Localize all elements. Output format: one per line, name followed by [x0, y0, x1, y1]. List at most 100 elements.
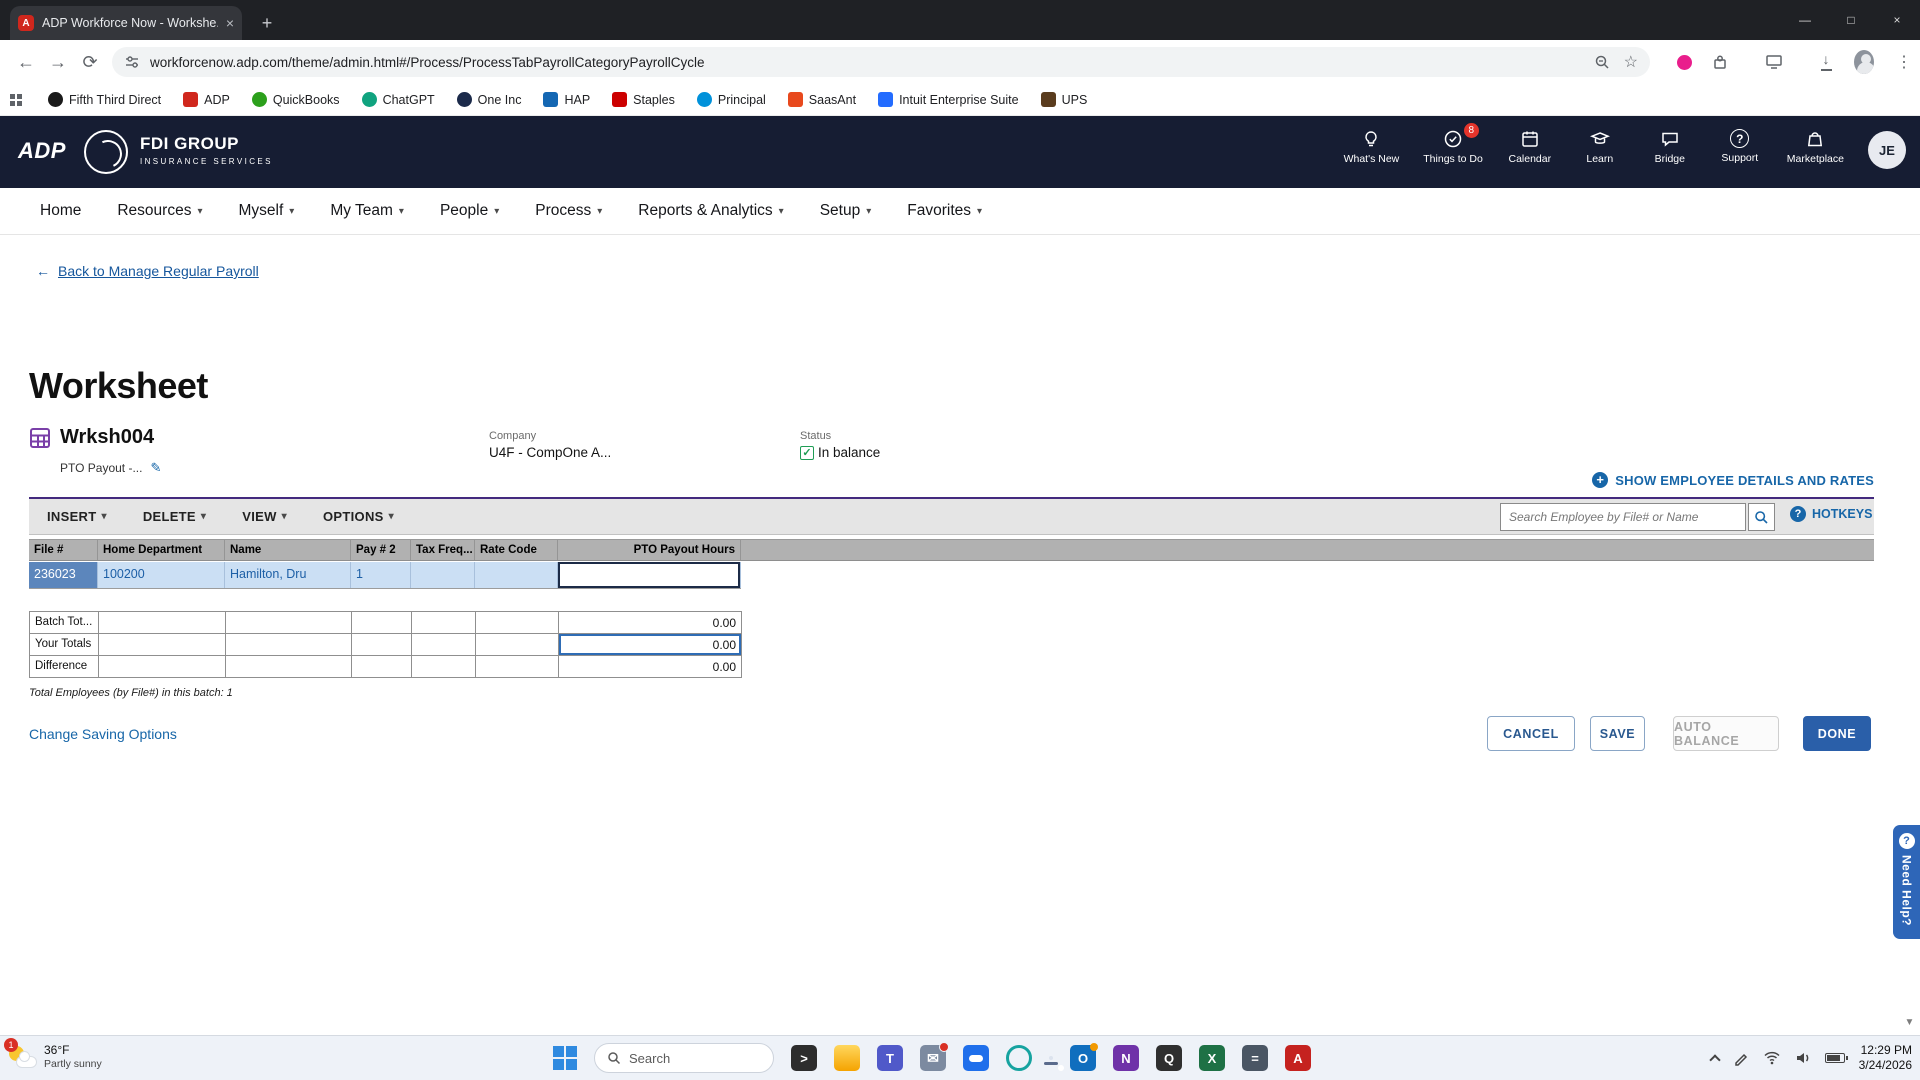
cell-rate-code[interactable] — [475, 562, 558, 588]
active-app-indicator — [1044, 1062, 1058, 1065]
adp-logo[interactable]: ADP — [18, 138, 66, 164]
onenote-icon[interactable] — [1113, 1045, 1139, 1071]
maximize-button[interactable]: □ — [1828, 0, 1874, 40]
nav-setup[interactable]: Setup▾ — [820, 202, 872, 220]
volume-icon[interactable] — [1795, 1051, 1811, 1065]
calculator-icon[interactable] — [1242, 1045, 1268, 1071]
bookmark-quickbooks[interactable]: QuickBooks — [252, 92, 340, 107]
onedrive-icon[interactable] — [963, 1045, 989, 1071]
graduation-cap-icon — [1590, 129, 1610, 149]
weather-widget[interactable]: 1 36°F Partly sunny — [8, 1042, 102, 1070]
minimize-button[interactable]: — — [1782, 0, 1828, 40]
back-to-payroll-link[interactable]: ← Back to Manage Regular Payroll — [36, 263, 259, 279]
options-menu-button[interactable]: OPTIONS▾ — [323, 509, 394, 524]
sync-app-icon[interactable] — [1006, 1045, 1032, 1071]
nav-my-team[interactable]: My Team▾ — [330, 202, 404, 220]
file-explorer-icon[interactable] — [834, 1045, 860, 1071]
outlook-icon[interactable] — [1070, 1045, 1096, 1071]
cell-file-number[interactable]: 236023 — [29, 562, 98, 588]
bookmark-ups[interactable]: UPS — [1041, 92, 1088, 107]
nav-reports-analytics[interactable]: Reports & Analytics▾ — [638, 202, 783, 220]
profile-avatar[interactable] — [1854, 52, 1874, 72]
cell-home-department[interactable]: 100200 — [98, 562, 225, 588]
taskbar-clock[interactable]: 12:29 PM 3/24/2026 — [1859, 1043, 1912, 1073]
marketplace-button[interactable]: Marketplace — [1787, 129, 1844, 165]
user-avatar[interactable]: JE — [1868, 131, 1906, 169]
show-employee-details-link[interactable]: + SHOW EMPLOYEE DETAILS AND RATES — [1592, 472, 1874, 488]
support-button[interactable]: ? Support — [1717, 129, 1763, 164]
save-button[interactable]: SAVE — [1590, 716, 1645, 751]
browser-tab[interactable]: ADP Workforce Now - Workshe... × — [10, 6, 242, 40]
need-help-tab[interactable]: ? Need Help? — [1893, 825, 1920, 939]
forward-icon[interactable]: → — [46, 50, 70, 74]
scrollbar-down-arrow[interactable]: ▼ — [1901, 1012, 1918, 1032]
bookmark-one-inc[interactable]: One Inc — [457, 92, 522, 107]
change-saving-options-link[interactable]: Change Saving Options — [29, 726, 177, 742]
nav-home[interactable]: Home — [40, 202, 81, 220]
hotkeys-button[interactable]: ? HOTKEYS — [1790, 506, 1872, 522]
calendar-button[interactable]: Calendar — [1507, 129, 1553, 165]
tray-expand-icon[interactable] — [1709, 1054, 1720, 1065]
employee-search-button[interactable] — [1748, 503, 1775, 531]
nav-process[interactable]: Process▾ — [535, 202, 602, 220]
new-tab-button[interactable]: + — [254, 10, 280, 36]
close-window-button[interactable]: × — [1874, 0, 1920, 40]
teams-icon[interactable] — [877, 1045, 903, 1071]
open-in-app-icon[interactable] — [1764, 52, 1784, 72]
edit-pencil-icon[interactable]: ✎ — [150, 460, 161, 476]
whats-new-button[interactable]: What's New — [1344, 129, 1400, 165]
cancel-button[interactable]: CANCEL — [1487, 716, 1575, 751]
pen-icon[interactable] — [1733, 1050, 1749, 1066]
bookmark-principal[interactable]: Principal — [697, 92, 766, 107]
cell-pto-payout-hours-focused[interactable] — [558, 562, 741, 588]
tab-close-icon[interactable]: × — [226, 15, 234, 31]
bookmark-saasant[interactable]: SaasAnt — [788, 92, 856, 107]
bookmark-staples[interactable]: Staples — [612, 92, 675, 107]
things-to-do-badge: 8 — [1464, 123, 1479, 138]
refresh-icon[interactable]: ⟳ — [78, 50, 102, 74]
browser-menu-icon[interactable]: ⋮ — [1894, 52, 1914, 72]
extension-pink-icon[interactable] — [1674, 52, 1694, 72]
apps-grid-icon[interactable] — [10, 94, 22, 106]
acrobat-icon[interactable] — [1285, 1045, 1311, 1071]
url-text[interactable]: workforcenow.adp.com/theme/admin.html#/P… — [150, 55, 1584, 70]
auto-balance-button[interactable]: AUTO BALANCE — [1673, 716, 1779, 751]
learn-button[interactable]: Learn — [1577, 129, 1623, 165]
wifi-icon[interactable] — [1763, 1051, 1781, 1065]
nav-resources[interactable]: Resources▾ — [117, 202, 202, 220]
cell-tax-frequency[interactable] — [411, 562, 475, 588]
bookmark-star-icon[interactable]: ☆ — [1624, 52, 1638, 72]
zoom-icon[interactable] — [1594, 54, 1610, 70]
bookmark-fifth-third[interactable]: Fifth Third Direct — [48, 92, 161, 107]
cell-employee-name[interactable]: Hamilton, Dru — [225, 562, 351, 588]
bookmark-chatgpt[interactable]: ChatGPT — [362, 92, 435, 107]
nav-people[interactable]: People▾ — [440, 202, 499, 220]
bridge-button[interactable]: Bridge — [1647, 129, 1693, 165]
start-button[interactable] — [553, 1046, 577, 1070]
nav-favorites[interactable]: Favorites▾ — [907, 202, 982, 220]
quickbooks-icon[interactable] — [1156, 1045, 1182, 1071]
insert-menu-button[interactable]: INSERT▾ — [47, 509, 107, 524]
chrome-active-app[interactable] — [1049, 1056, 1053, 1060]
battery-icon[interactable] — [1825, 1053, 1845, 1063]
back-icon[interactable]: ← — [14, 50, 38, 74]
bookmark-hap[interactable]: HAP — [543, 92, 590, 107]
delete-menu-button[interactable]: DELETE▾ — [143, 509, 206, 524]
view-menu-button[interactable]: VIEW▾ — [242, 509, 287, 524]
mail-app-icon[interactable] — [920, 1045, 946, 1071]
nav-myself[interactable]: Myself▾ — [238, 202, 294, 220]
downloads-icon[interactable]: ↓ — [1816, 52, 1836, 72]
excel-icon[interactable] — [1199, 1045, 1225, 1071]
site-settings-icon[interactable] — [124, 54, 140, 70]
bookmark-adp[interactable]: ADP — [183, 92, 230, 107]
done-button[interactable]: DONE — [1803, 716, 1871, 751]
terminal-app-icon[interactable] — [791, 1045, 817, 1071]
url-bar[interactable]: workforcenow.adp.com/theme/admin.html#/P… — [112, 47, 1650, 77]
things-to-do-button[interactable]: 8 Things to Do — [1423, 129, 1483, 165]
taskbar-search[interactable]: Search — [594, 1043, 774, 1073]
chevron-down-icon: ▾ — [201, 511, 206, 522]
bookmark-intuit[interactable]: Intuit Enterprise Suite — [878, 92, 1019, 107]
cell-pay-number[interactable]: 1 — [351, 562, 411, 588]
employee-search-input[interactable] — [1500, 503, 1746, 531]
extensions-puzzle-icon[interactable] — [1710, 52, 1730, 72]
